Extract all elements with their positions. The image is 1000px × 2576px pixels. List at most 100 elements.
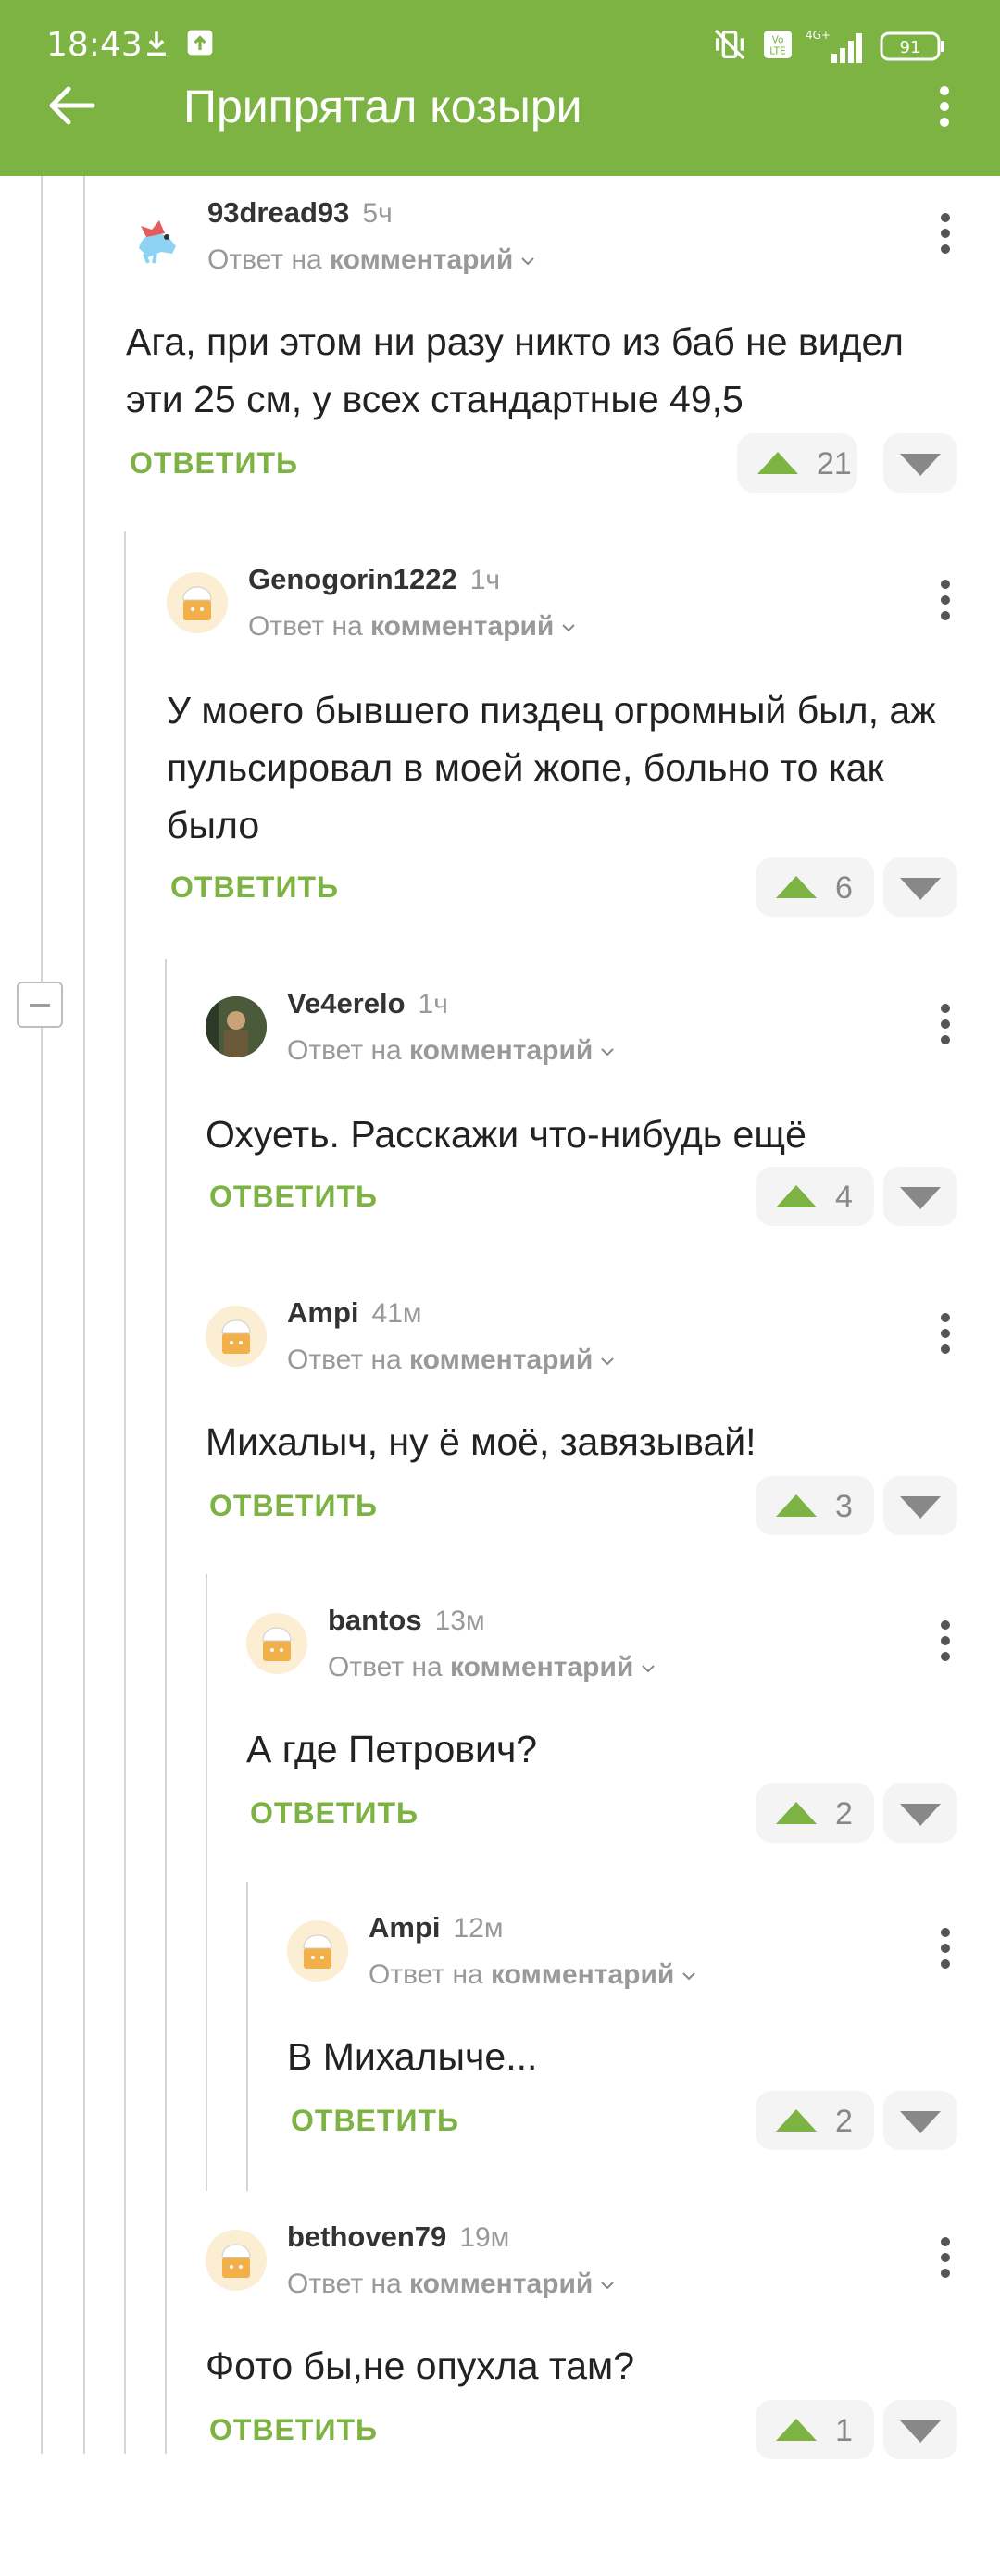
comment-author[interactable]: Ve4erelo 1ч bbox=[287, 987, 448, 1020]
downvote-button[interactable] bbox=[883, 433, 957, 493]
vote-count: 1 bbox=[835, 2413, 853, 2448]
downvote-button[interactable] bbox=[883, 857, 957, 917]
thread-line bbox=[165, 959, 167, 2454]
upvote-icon bbox=[776, 2419, 817, 2441]
comment-username[interactable]: Ampi bbox=[369, 1911, 441, 1944]
chevron-down-icon bbox=[601, 1357, 615, 1366]
comment-text: Ага, при этом ни разу никто из баб не ви… bbox=[126, 320, 904, 420]
comment: 93dread93 5ч Ответ на комментарий Ага, пр… bbox=[126, 187, 959, 493]
comment-author[interactable]: Ampi 12м bbox=[369, 1911, 504, 1945]
reply-prefix: Ответ на bbox=[328, 1652, 443, 1682]
comment-username[interactable]: Genogorin1222 bbox=[248, 563, 457, 595]
avatar[interactable] bbox=[206, 1306, 267, 1367]
downvote-icon bbox=[900, 1804, 941, 1826]
reply-button[interactable]: ОТВЕТИТЬ bbox=[250, 1796, 419, 1831]
comment-username[interactable]: Ampi bbox=[287, 1296, 359, 1329]
thread-line bbox=[206, 1574, 207, 2191]
downvote-button[interactable] bbox=[883, 1167, 957, 1226]
reply-to-link[interactable]: Ответ на комментарий bbox=[207, 244, 535, 276]
arrow-left-icon[interactable] bbox=[46, 85, 96, 126]
upvote-button[interactable]: 21 bbox=[737, 433, 857, 493]
comment-author[interactable]: Genogorin1222 1ч bbox=[248, 563, 500, 596]
comment-menu-icon[interactable] bbox=[939, 2237, 952, 2280]
upvote-button[interactable]: 6 bbox=[756, 857, 874, 917]
avatar[interactable] bbox=[287, 1920, 348, 1982]
reply-to-link[interactable]: Ответ на комментарий bbox=[287, 1344, 615, 1376]
comment-author[interactable]: bantos 13м bbox=[328, 1604, 485, 1637]
comment-username[interactable]: bethoven79 bbox=[287, 2220, 446, 2253]
upvote-button[interactable]: 1 bbox=[756, 2400, 874, 2459]
avatar[interactable] bbox=[246, 1613, 307, 1674]
comment-username[interactable]: Ve4erelo bbox=[287, 987, 406, 1019]
upvote-button[interactable]: 3 bbox=[756, 1476, 874, 1535]
downvote-icon bbox=[900, 454, 941, 476]
upvote-icon bbox=[776, 1185, 817, 1207]
comment-time: 5ч bbox=[362, 198, 393, 229]
reply-button[interactable]: ОТВЕТИТЬ bbox=[130, 446, 298, 481]
status-bar: 18:43 Vo LTE 4G+ 91 bbox=[0, 0, 1000, 93]
comment: Genogorin1222 1ч Ответ на комментарий У м… bbox=[167, 554, 959, 924]
avatar[interactable] bbox=[126, 206, 187, 267]
signal-icon: 4G+ bbox=[806, 29, 862, 63]
more-vertical-icon[interactable] bbox=[926, 83, 963, 130]
comment-menu-icon[interactable] bbox=[939, 1004, 952, 1046]
comment-time: 1ч bbox=[418, 989, 448, 1019]
downvote-button[interactable] bbox=[883, 2091, 957, 2150]
comment-time: 1ч bbox=[469, 565, 501, 595]
reply-target: комментарий bbox=[491, 1959, 675, 1990]
downvote-button[interactable] bbox=[883, 1476, 957, 1535]
comment-menu-icon[interactable] bbox=[939, 1928, 952, 1970]
upvote-button[interactable]: 2 bbox=[756, 2091, 874, 2150]
comment-menu-icon[interactable] bbox=[939, 580, 952, 622]
comment: Ve4erelo 1ч Ответ на комментарий Охуеть. … bbox=[206, 978, 959, 1246]
upload-icon bbox=[187, 30, 213, 56]
downvote-button[interactable] bbox=[883, 1783, 957, 1843]
comment-time: 13м bbox=[434, 1606, 485, 1636]
reply-to-link[interactable]: Ответ на комментарий bbox=[328, 1652, 656, 1683]
upvote-button[interactable]: 2 bbox=[756, 1783, 874, 1843]
reply-target: комментарий bbox=[409, 1035, 594, 1066]
upvote-icon bbox=[757, 452, 798, 474]
upvote-icon bbox=[776, 1802, 817, 1824]
comment-text: У моего бывшего пиздец огромный был, аж … bbox=[167, 689, 936, 846]
comment-author[interactable]: bethoven79 19м bbox=[287, 2220, 509, 2254]
vote-count: 3 bbox=[835, 1489, 853, 1524]
reply-to-link[interactable]: Ответ на комментарий bbox=[369, 1959, 696, 1991]
comment-username[interactable]: 93dread93 bbox=[207, 196, 349, 229]
comment-menu-icon[interactable] bbox=[939, 213, 952, 256]
reply-button[interactable]: ОТВЕТИТЬ bbox=[209, 1180, 378, 1214]
reply-to-link[interactable]: Ответ на комментарий bbox=[287, 1035, 615, 1067]
default-avatar-icon bbox=[262, 1627, 292, 1661]
comment-time: 19м bbox=[459, 2222, 510, 2253]
battery-level: 91 bbox=[900, 38, 921, 57]
reply-button[interactable]: ОТВЕТИТЬ bbox=[209, 1489, 378, 1523]
collapse-thread-button[interactable] bbox=[17, 982, 63, 1028]
avatar[interactable] bbox=[206, 996, 267, 1057]
downvote-button[interactable] bbox=[883, 2400, 957, 2459]
thread-line bbox=[41, 176, 43, 2454]
upvote-icon bbox=[776, 2109, 817, 2132]
comment-menu-icon[interactable] bbox=[939, 1620, 952, 1663]
comment-author[interactable]: Ampi 41м bbox=[287, 1296, 422, 1330]
pony-avatar-icon bbox=[139, 220, 176, 264]
comment-time: 41м bbox=[371, 1298, 422, 1329]
default-avatar-icon bbox=[182, 586, 212, 620]
reply-button[interactable]: ОТВЕТИТЬ bbox=[170, 870, 339, 905]
reply-to-link[interactable]: Ответ на комментарий bbox=[248, 611, 576, 643]
svg-text:Vo: Vo bbox=[772, 35, 784, 46]
reply-to-link[interactable]: Ответ на комментарий bbox=[287, 2269, 615, 2300]
upvote-button[interactable]: 4 bbox=[756, 1167, 874, 1226]
reply-prefix: Ответ на bbox=[287, 1344, 402, 1375]
avatar[interactable] bbox=[206, 2230, 267, 2291]
upvote-icon bbox=[776, 1494, 817, 1517]
downvote-icon bbox=[900, 2420, 941, 2443]
comment-menu-icon[interactable] bbox=[939, 1313, 952, 1356]
comment: bantos 13м Ответ на комментарий А где Пет… bbox=[246, 1594, 959, 1863]
reply-button[interactable]: ОТВЕТИТЬ bbox=[209, 2413, 378, 2447]
comment-author[interactable]: 93dread93 5ч bbox=[207, 196, 393, 230]
reply-button[interactable]: ОТВЕТИТЬ bbox=[291, 2104, 459, 2138]
comment-username[interactable]: bantos bbox=[328, 1604, 422, 1636]
volte-icon: VoLTE bbox=[764, 31, 792, 58]
avatar[interactable] bbox=[167, 572, 228, 633]
reply-prefix: Ответ на bbox=[369, 1959, 483, 1990]
